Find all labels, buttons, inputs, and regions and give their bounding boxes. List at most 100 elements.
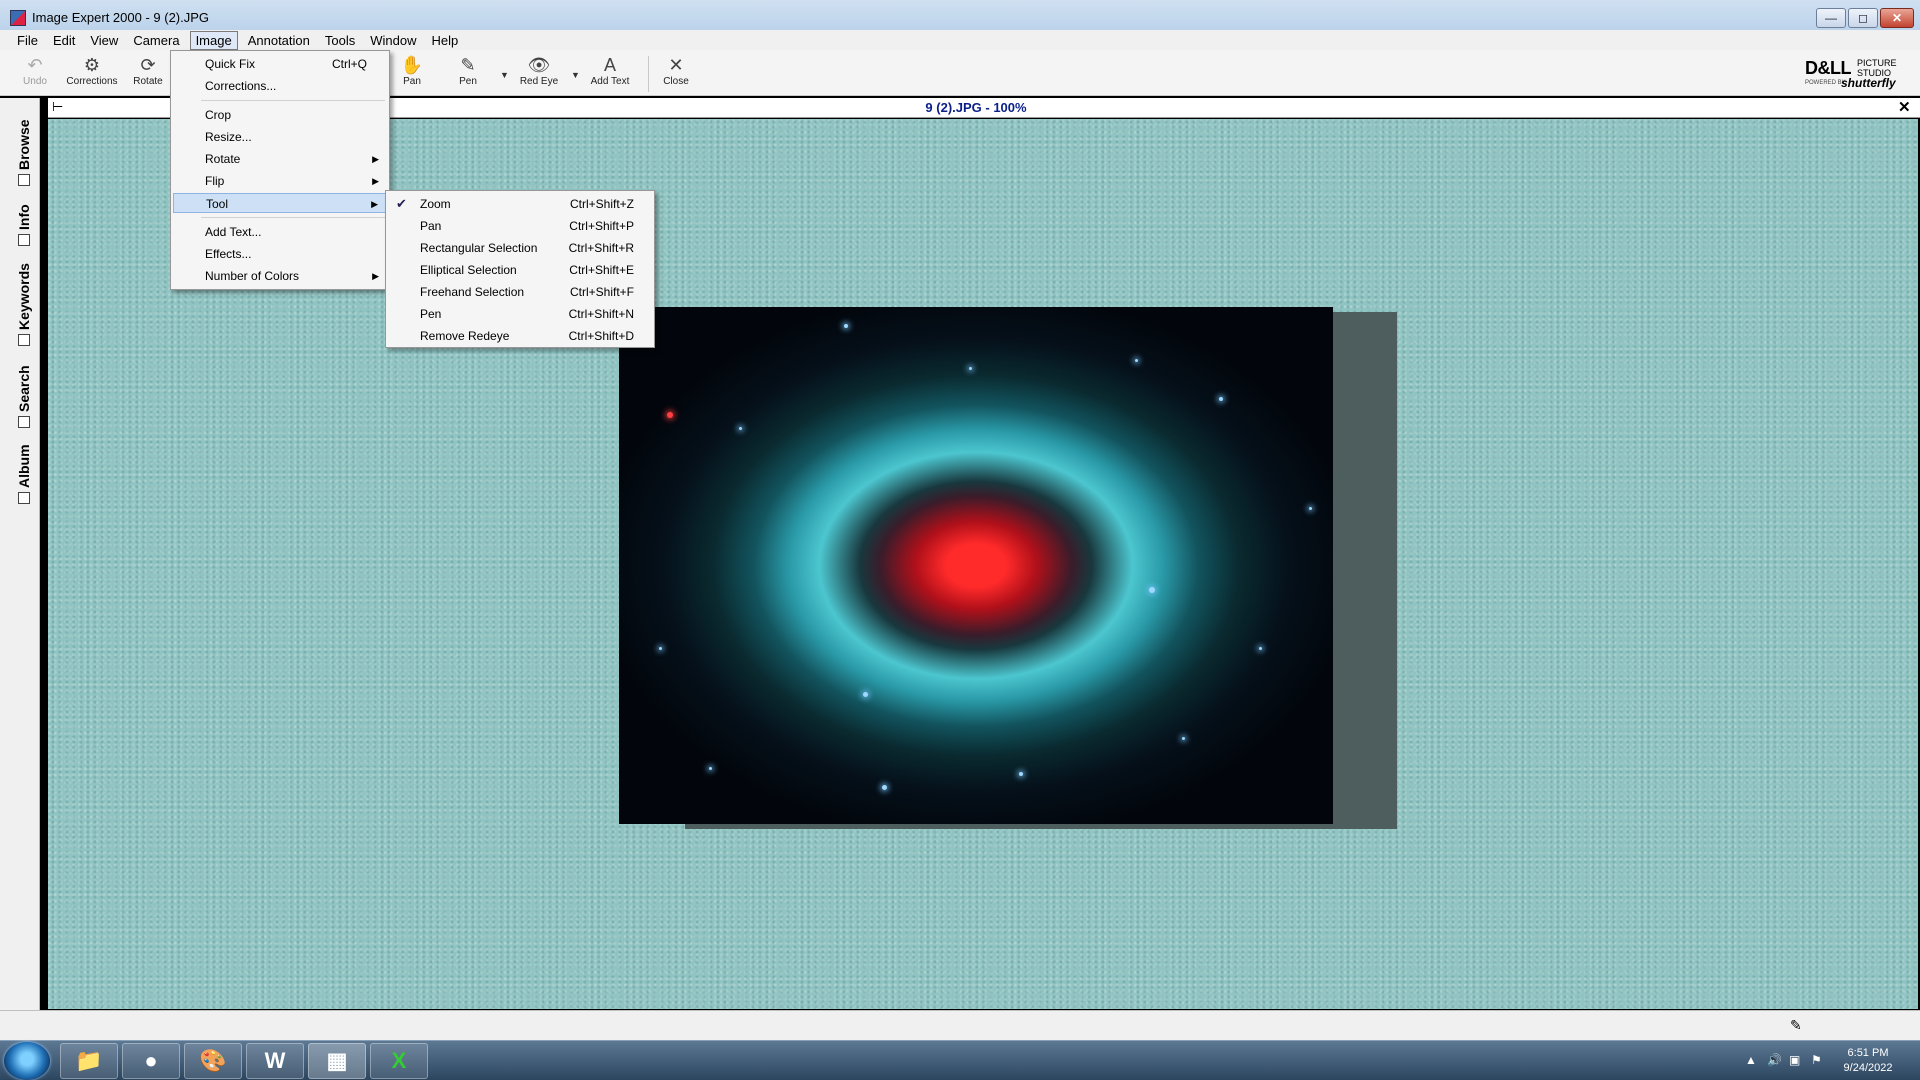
- excel-icon-letter: X: [391, 1048, 407, 1073]
- keywords-icon: [18, 334, 30, 346]
- word-icon-letter: W: [264, 1048, 286, 1073]
- star: [1019, 772, 1023, 776]
- menu-quick-fix-shortcut: Ctrl+Q: [331, 57, 367, 71]
- star: [1149, 587, 1155, 593]
- nebula-photo[interactable]: [619, 307, 1333, 824]
- menu-view[interactable]: View: [85, 32, 123, 49]
- clock[interactable]: 6:51 PM 9/24/2022: [1838, 1046, 1898, 1076]
- text-icon: A: [603, 55, 616, 75]
- menu-add-text[interactable]: Add Text...: [173, 222, 387, 242]
- undo-button[interactable]: ↶ Undo: [5, 54, 65, 94]
- tool-pen-label: Pen: [420, 307, 442, 321]
- menu-crop[interactable]: Crop: [173, 105, 387, 125]
- menu-resize[interactable]: Resize...: [173, 127, 387, 147]
- menu-image[interactable]: Image: [189, 30, 238, 50]
- tool-remove-redeye[interactable]: Remove Redeye Ctrl+Shift+D: [388, 326, 652, 346]
- menu-flip[interactable]: Flip ▶: [173, 171, 387, 191]
- menu-effects[interactable]: Effects...: [173, 244, 387, 264]
- star: [709, 767, 712, 770]
- undo-label: Undo: [23, 76, 47, 87]
- info-icon: [18, 234, 30, 246]
- show-hidden-icons-icon[interactable]: ▲: [1745, 1053, 1757, 1067]
- hand-icon: ✋: [400, 55, 424, 75]
- undo-icon: ↶: [27, 55, 43, 75]
- document-close-icon[interactable]: ✕: [1898, 98, 1911, 116]
- rotate-button[interactable]: ⟳ Rotate: [118, 54, 178, 94]
- close-label: Close: [663, 76, 689, 87]
- corrections-label: Corrections: [66, 76, 118, 87]
- tab-info[interactable]: Info: [15, 190, 33, 246]
- star: [1219, 397, 1223, 401]
- star: [969, 367, 972, 370]
- pan-button[interactable]: ✋ Pan: [382, 54, 442, 94]
- firefox-icon[interactable]: ●: [122, 1043, 180, 1079]
- excel-icon[interactable]: X: [370, 1043, 428, 1079]
- menu-corrections[interactable]: Corrections...: [173, 76, 387, 96]
- minimize-button[interactable]: —: [1816, 8, 1846, 28]
- menu-bar: File Edit View Camera Image Annotation T…: [0, 30, 1920, 50]
- menu-annotation[interactable]: Annotation: [243, 32, 315, 49]
- pen-button[interactable]: ✎ Pen: [438, 54, 498, 94]
- star: [1135, 359, 1138, 362]
- tool-zoom[interactable]: ✔ Zoom Ctrl+Shift+Z: [388, 194, 652, 214]
- menu-edit[interactable]: Edit: [48, 32, 80, 49]
- volume-icon[interactable]: 🔊: [1767, 1053, 1782, 1067]
- star: [1182, 737, 1185, 740]
- app-icon: [10, 10, 26, 26]
- checkmark-icon: ✔: [396, 196, 407, 211]
- search-icon: [18, 416, 30, 428]
- tool-rectangular-selection[interactable]: Rectangular Selection Ctrl+Shift+R: [388, 238, 652, 258]
- menu-number-of-colors[interactable]: Number of Colors ▶: [173, 266, 387, 286]
- paint-icon[interactable]: 🎨: [184, 1043, 242, 1079]
- network-icon[interactable]: ▣: [1789, 1053, 1800, 1067]
- maximize-button[interactable]: ◻: [1848, 8, 1878, 28]
- tool-elliptical-selection-shortcut: Ctrl+Shift+E: [569, 263, 634, 277]
- pen-dropdown-arrow[interactable]: ▼: [500, 70, 509, 80]
- menu-tools[interactable]: Tools: [320, 32, 360, 49]
- tool-submenu: ✔ Zoom Ctrl+Shift+Z Pan Ctrl+Shift+P Rec…: [385, 190, 655, 348]
- menu-file[interactable]: File: [12, 32, 43, 49]
- menu-quick-fix[interactable]: Quick Fix Ctrl+Q: [173, 54, 387, 74]
- add-text-label: Add Text: [590, 76, 630, 87]
- menu-number-of-colors-label: Number of Colors: [205, 269, 300, 283]
- menu-camera[interactable]: Camera: [128, 32, 184, 49]
- tool-pen[interactable]: Pen Ctrl+Shift+N: [388, 304, 652, 324]
- corrections-icon: ⚙: [83, 55, 101, 75]
- tool-pan[interactable]: Pan Ctrl+Shift+P: [388, 216, 652, 236]
- menu-separator: [201, 217, 385, 218]
- red-eye-dropdown-arrow[interactable]: ▼: [571, 70, 580, 80]
- folder-icon[interactable]: 📁: [60, 1043, 118, 1079]
- tab-keywords[interactable]: Keywords: [15, 250, 33, 346]
- red-star: [667, 412, 673, 418]
- red-eye-button[interactable]: 👁 Red Eye: [509, 54, 569, 94]
- menu-tool[interactable]: Tool ▶: [173, 193, 387, 213]
- add-text-button[interactable]: A Add Text: [580, 54, 640, 94]
- close-image-button[interactable]: ✕ Close: [646, 54, 706, 94]
- pen-icon: ✎: [460, 55, 476, 75]
- tab-browse[interactable]: Browse: [15, 106, 33, 186]
- image-menu-dropdown: Quick Fix Ctrl+Q Corrections... Crop Res…: [170, 50, 390, 290]
- start-button[interactable]: [4, 1042, 50, 1080]
- menu-help[interactable]: Help: [426, 32, 463, 49]
- word-icon[interactable]: W: [246, 1043, 304, 1079]
- tab-search[interactable]: Search: [15, 352, 33, 428]
- tool-freehand-selection[interactable]: Freehand Selection Ctrl+Shift+F: [388, 282, 652, 302]
- flag-icon[interactable]: ⚑: [1811, 1053, 1822, 1067]
- tool-pan-label: Pan: [420, 219, 442, 233]
- tool-remove-redeye-label: Remove Redeye: [420, 329, 510, 343]
- tool-pen-shortcut: Ctrl+Shift+N: [568, 307, 634, 321]
- menu-rotate[interactable]: Rotate ▶: [173, 149, 387, 169]
- tab-album[interactable]: Album: [15, 434, 33, 504]
- tool-rectangular-selection-shortcut: Ctrl+Shift+R: [568, 241, 634, 255]
- menu-resize-label: Resize...: [205, 130, 252, 144]
- tool-elliptical-selection[interactable]: Elliptical Selection Ctrl+Shift+E: [388, 260, 652, 280]
- star: [1259, 647, 1262, 650]
- corrections-button[interactable]: ⚙ Corrections: [62, 54, 122, 94]
- image-expert-icon[interactable]: ▦: [308, 1043, 366, 1079]
- close-window-button[interactable]: ✕: [1880, 8, 1914, 28]
- shutterfly-text: shutterfly: [1841, 76, 1896, 90]
- tab-album-label: Album: [16, 444, 32, 488]
- tool-zoom-label: Zoom: [420, 197, 451, 211]
- rotate-label: Rotate: [133, 76, 163, 87]
- menu-window[interactable]: Window: [365, 32, 421, 49]
